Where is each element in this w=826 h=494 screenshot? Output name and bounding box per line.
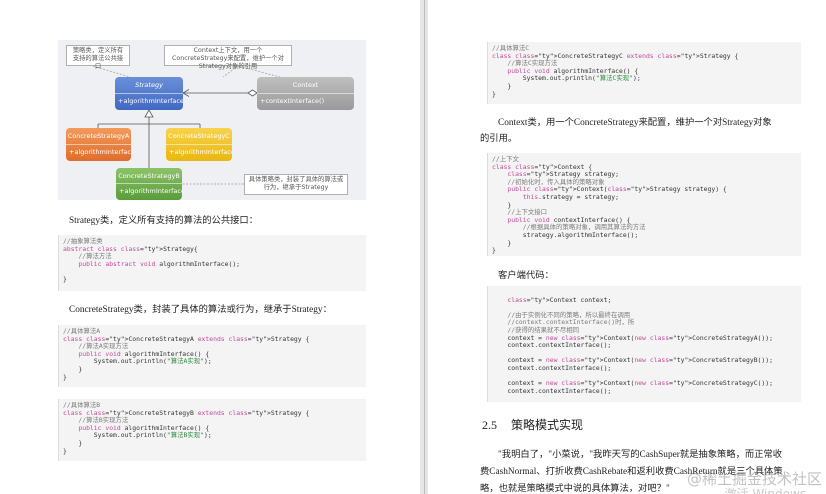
code-line: strategy.algorithmInterface(); [492, 230, 639, 239]
code-line: public abstract void algorithmInterface(… [78, 259, 241, 268]
code-line: class="ty">Context context; [507, 295, 612, 304]
context-note: Context上下文，用一个ConcreteStrategy来配置，维护一个对S… [164, 45, 292, 70]
strategy-note: 策略类，定义所有支持的算法公共接口 [66, 45, 130, 70]
code-line: } [492, 89, 496, 98]
strategy-class: Strategy +algorithmInterface() [115, 77, 183, 110]
code-line: } [63, 372, 67, 381]
context-paragraph: Context类，用一个ConcreteStrategy来配置，维护一个对Str… [498, 118, 772, 128]
windows-watermark: 激活 Windows [724, 487, 806, 494]
section-number: 2.5 [482, 418, 497, 432]
concrete-b-class: ConcreteStrategyB +algorithmInterface() [116, 168, 182, 200]
concrete-b-name: ConcreteStrategyB [116, 168, 182, 184]
left-page: 策略类，定义所有支持的算法公共接口 Context上下文，用一个Concrete… [0, 0, 420, 494]
code-line: } [63, 438, 83, 447]
code-line: System.out.println("算法C实现"); [492, 74, 641, 83]
context-class: Context +contextInterface() [257, 77, 354, 110]
strategy-code-block: //抽象算法类 abstract class class="ty">Strateg… [58, 235, 366, 291]
section-heading: 2.5 策略模式实现 [482, 416, 583, 433]
concrete-c-name: ConcreteStrategyC [166, 128, 232, 145]
section-title: 策略模式实现 [511, 418, 584, 432]
concrete-c-code-block: //具体算法C class class="ty">ConcreteStrategy… [487, 42, 801, 104]
uml-diagram: 策略类，定义所有支持的算法公共接口 Context上下文，用一个Concrete… [58, 40, 366, 200]
strategy-class-name: Strategy [115, 77, 183, 94]
body-line-1: "我明白了，"小菜说，"我昨天写的CashSuper就是抽象策略，而正常收 [498, 450, 783, 460]
client-paragraph: 客户端代码： [498, 271, 554, 281]
context-class-name: Context [257, 77, 354, 94]
concrete-a-name: ConcreteStrategyA [66, 128, 131, 145]
code-line: context.contextInterface(); [492, 341, 612, 350]
code-line: System.out.println("算法B实现"); [63, 431, 212, 440]
code-line: } [492, 238, 512, 247]
code-line: } [63, 446, 67, 455]
concrete-paragraph: ConcreteStrategy类，封装了具体的算法或行为，继承于Strateg… [69, 305, 332, 315]
context-code-block: //上下文 class class="ty">Context { class="t… [487, 153, 801, 256]
concrete-a-class: ConcreteStrategyA +algorithmInterface() [66, 128, 131, 161]
code-line: this.strategy = strategy; [522, 192, 619, 201]
code-line: } [63, 364, 83, 373]
code-line: } [63, 274, 67, 283]
concrete-b-code-block: //具体算法B class class="ty">ConcreteStrategy… [58, 399, 366, 461]
code-line: } [492, 246, 496, 255]
concrete-c-class: ConcreteStrategyC +algorithmInterface() [166, 128, 232, 161]
page-divider [424, 0, 425, 494]
concrete-c-method: +algorithmInterface() [169, 147, 232, 156]
concrete-b-method: +algorithmInterface() [119, 187, 182, 195]
concrete-a-code-block: //具体算法A class class="ty">ConcreteStrategy… [58, 325, 366, 387]
client-code-block: class="ty">Context context; //由于实例化不同的策略… [487, 286, 801, 402]
concrete-a-method: +algorithmInterface() [69, 147, 131, 156]
body-line-3: 略，也就是策略模式中说的具体算法，对吧？" [480, 484, 670, 494]
context-class-method: +contextInterface() [260, 96, 325, 105]
code-line: } [492, 81, 512, 90]
concrete-note: 具体策略类，封装了具体的算法或行为，继承于Strategy [244, 174, 348, 195]
context-paragraph-cont: 的引用。 [480, 134, 518, 144]
strategy-paragraph: Strategy类，定义所有支持的算法的公共接口： [69, 216, 259, 226]
code-line: context.contextInterface(); [492, 363, 612, 372]
code-line: System.out.println("算法A实现"); [63, 357, 212, 366]
code-line: context.contextInterface(); [492, 386, 612, 395]
strategy-class-method: +algorithmInterface() [118, 96, 183, 105]
